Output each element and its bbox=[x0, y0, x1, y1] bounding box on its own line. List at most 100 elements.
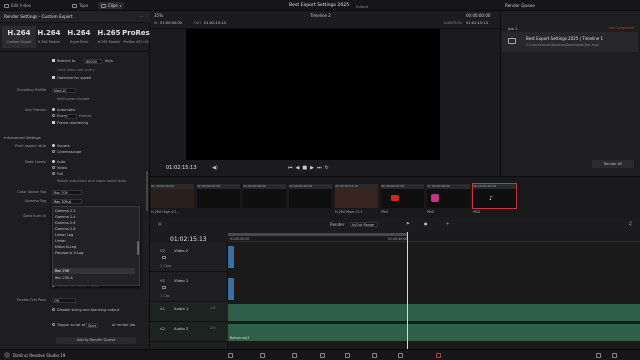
speaker-icon[interactable]: ◀) bbox=[212, 165, 218, 171]
key-frames-auto-radio[interactable] bbox=[52, 108, 55, 111]
media-tab[interactable]: Edit Index bbox=[4, 2, 31, 9]
more-options-icon[interactable]: ··· bbox=[140, 14, 144, 19]
timeline-tracks[interactable]: Rainon.mp3 bbox=[228, 242, 640, 349]
render-job-item[interactable]: Best Export Settings 2025 | Timeline 1 C… bbox=[502, 32, 638, 52]
clip-thumbnail[interactable]: 04 00:00:00:00 bbox=[289, 184, 332, 208]
lock-icon[interactable] bbox=[162, 256, 166, 259]
dropdown-item-selected[interactable]: Rec.709 bbox=[55, 269, 69, 273]
restrict-bitrate-field[interactable]: 80000 bbox=[84, 58, 102, 64]
track-header-audio-1[interactable]: A1 Audio 1 1.0 bbox=[150, 302, 228, 322]
color-page-icon[interactable] bbox=[345, 353, 350, 358]
flat-pass-select[interactable]: Off bbox=[52, 297, 76, 303]
restrict-radio[interactable] bbox=[52, 59, 55, 62]
settings-icon[interactable] bbox=[612, 353, 617, 358]
viewer-canvas[interactable] bbox=[186, 29, 440, 160]
dropdown-scrollbar[interactable] bbox=[137, 241, 139, 255]
pixel-square-radio[interactable] bbox=[52, 144, 55, 147]
gamma-tag-select[interactable]: Rec.709-A bbox=[52, 198, 82, 204]
skip-back-icon[interactable]: ⏮ bbox=[288, 165, 296, 171]
clip-thumbnail[interactable]: 05 00:09:52:19 H.264 Main L5.1 bbox=[335, 184, 378, 214]
dropdown-item[interactable]: Gamma 2.6 bbox=[55, 221, 76, 225]
clip-thumbnail[interactable]: 03 00:00:00:00 bbox=[243, 184, 286, 208]
preset-hyperdeck[interactable]: H.264 HyperDeck bbox=[62, 26, 96, 48]
key-frames-every-radio[interactable] bbox=[52, 114, 55, 117]
dropdown-item[interactable]: Nikon N-Log bbox=[55, 245, 76, 249]
loop-icon[interactable]: ↻ bbox=[324, 165, 331, 171]
data-full-radio[interactable] bbox=[52, 172, 55, 175]
playhead[interactable] bbox=[407, 232, 408, 349]
audio-clip[interactable]: Rainon.mp3 bbox=[228, 324, 640, 341]
audio-clip[interactable] bbox=[228, 304, 640, 321]
stop-icon[interactable]: ■ bbox=[302, 165, 310, 171]
advanced-settings-header[interactable]: ▾ Advanced Settings bbox=[4, 136, 41, 140]
add-icon[interactable]: + bbox=[446, 221, 449, 226]
track-header-video-2[interactable]: V2 Video 2 2 Clips bbox=[150, 242, 228, 272]
tape-tab[interactable]: Tape bbox=[72, 2, 88, 9]
trigger-script-checkbox[interactable] bbox=[52, 323, 55, 326]
render-settings-header: Render Settings - Custom Export ··· bbox=[0, 11, 150, 23]
lock-icon[interactable] bbox=[162, 286, 166, 289]
fairlight-page-icon[interactable] bbox=[372, 353, 377, 358]
zoom-select[interactable]: 35% bbox=[154, 13, 163, 18]
track-id: A1 bbox=[160, 306, 166, 311]
preset-prores[interactable]: ProRes ProRes 422 HQ bbox=[122, 26, 150, 48]
timeline-options-icon[interactable]: ▤ bbox=[158, 221, 162, 226]
render-range-select[interactable]: In/Out Range bbox=[350, 221, 378, 227]
clip-thumbnail[interactable]: 07 00:00:00:00 PNG bbox=[427, 184, 470, 214]
gamma-tag-dropdown: Gamma 2.2 Gamma 2.4 Gamma 2.6 Gamma 2.8 … bbox=[52, 206, 140, 286]
play-icon[interactable]: ▶ bbox=[310, 165, 317, 171]
dropdown-item[interactable]: Linear Log bbox=[55, 233, 73, 237]
timeline-name[interactable]: Timeline 2 bbox=[310, 13, 331, 18]
color-space-select[interactable]: Rec.709 bbox=[52, 189, 82, 195]
preset-h264-master[interactable]: H.264 H.264 Master bbox=[32, 26, 66, 48]
key-frames-every-field[interactable] bbox=[67, 113, 77, 119]
data-video-radio[interactable] bbox=[52, 166, 55, 169]
optimize-speed-checkbox[interactable] bbox=[52, 76, 55, 79]
preset-h265-master[interactable]: H.265 H.265 Master bbox=[92, 26, 126, 48]
track-header-audio-2[interactable]: A2 Audio 2 2.0 bbox=[150, 322, 228, 342]
render-queue-title: Render Queue bbox=[505, 3, 535, 8]
clip-thumbnail[interactable]: 02 00:00:00:00 bbox=[197, 184, 240, 208]
frame-reordering-checkbox[interactable] bbox=[52, 121, 55, 124]
deliver-page-icon[interactable] bbox=[398, 353, 403, 358]
edit-page-icon[interactable] bbox=[292, 353, 297, 358]
dropdown-item[interactable]: Gamma 2.4 bbox=[55, 215, 76, 219]
dropdown-item[interactable]: Gamma 2.8 bbox=[55, 227, 76, 231]
marker-icon[interactable]: ● bbox=[424, 221, 428, 226]
fusion-page-icon[interactable] bbox=[320, 353, 325, 358]
video-clip[interactable] bbox=[228, 246, 234, 268]
clip-number: 07 bbox=[427, 184, 431, 188]
media-page-icon[interactable] bbox=[228, 353, 233, 358]
dropdown-item[interactable]: Gamma 2.2 bbox=[55, 209, 76, 213]
track-header-video-1[interactable]: V1 Video 1 1 Clip bbox=[150, 272, 228, 302]
in-out-range-bar[interactable] bbox=[228, 233, 407, 236]
out-timecode[interactable]: 01:02:15:13 bbox=[204, 21, 226, 25]
clips-tab[interactable]: Clips ▾ bbox=[98, 2, 125, 9]
clip-image bbox=[289, 189, 332, 208]
disable-sizing-checkbox[interactable] bbox=[52, 308, 55, 311]
encoding-profile-select[interactable]: Main10 bbox=[52, 87, 76, 93]
clip-number: 03 bbox=[243, 184, 247, 188]
trigger-start-select[interactable]: Start bbox=[86, 322, 98, 328]
add-to-render-queue-button[interactable]: Add to Render Queue bbox=[56, 337, 136, 344]
track-id: A2 bbox=[160, 326, 166, 331]
dropdown-item[interactable]: Panasonic V-Log bbox=[55, 251, 83, 255]
data-auto-radio[interactable] bbox=[52, 160, 55, 163]
pixel-cinemascope-radio[interactable] bbox=[52, 150, 55, 153]
dropdown-item[interactable]: Linear bbox=[55, 239, 66, 243]
clip-thumbnail[interactable]: 01 00:00:00:00 H.264 High 4:2... bbox=[151, 184, 194, 214]
settings-scrollbar[interactable] bbox=[146, 171, 148, 211]
in-timecode[interactable]: 01:00:00:00 bbox=[160, 21, 182, 25]
preset-custom-export[interactable]: H.264 Custom Export bbox=[2, 26, 36, 48]
clip-number: 05 bbox=[335, 184, 339, 188]
volume-icon[interactable]: ♫ bbox=[628, 221, 632, 227]
render-all-button[interactable]: Render All bbox=[592, 160, 634, 168]
clip-thumbnail[interactable]: 06 00:00:00:00 PNG bbox=[381, 184, 424, 214]
flag-icon[interactable]: ⚑ bbox=[406, 221, 410, 226]
deliver-page-icon-active[interactable] bbox=[436, 353, 441, 358]
video-clip[interactable] bbox=[228, 278, 234, 300]
cut-page-icon[interactable] bbox=[260, 353, 265, 358]
dropdown-item[interactable]: Rec.709-A bbox=[55, 276, 73, 280]
clip-thumbnail-selected[interactable]: 08 00:00:00:00 ♪ PNG bbox=[472, 183, 517, 214]
home-icon[interactable] bbox=[596, 353, 601, 358]
